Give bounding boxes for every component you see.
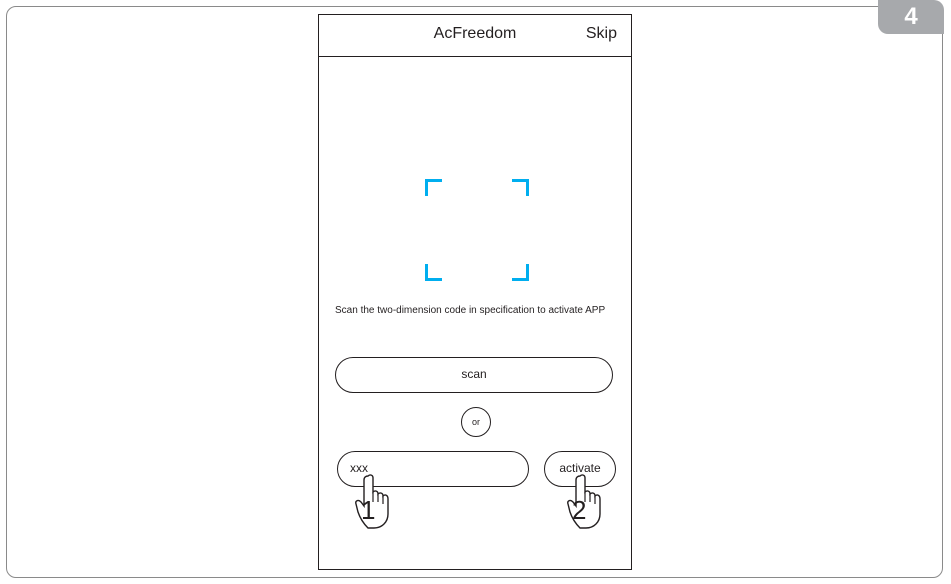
scan-corner-bottom-left: [425, 264, 442, 281]
scan-button[interactable]: scan: [335, 357, 613, 393]
callout-number: 2: [572, 495, 587, 525]
step-badge: 4: [878, 0, 944, 34]
callout-number: 1: [361, 495, 376, 525]
app-title: AcFreedom: [433, 25, 517, 42]
skip-button[interactable]: Skip: [586, 25, 617, 43]
or-separator: or: [461, 407, 491, 437]
scan-corner-top-left: [425, 179, 442, 196]
scan-corner-top-right: [512, 179, 529, 196]
app-header: AcFreedom Skip: [319, 15, 631, 57]
qr-scan-frame-icon: [425, 179, 529, 281]
scan-corner-bottom-right: [512, 264, 529, 281]
scan-instructions: Scan the two-dimension code in specifica…: [335, 305, 606, 316]
